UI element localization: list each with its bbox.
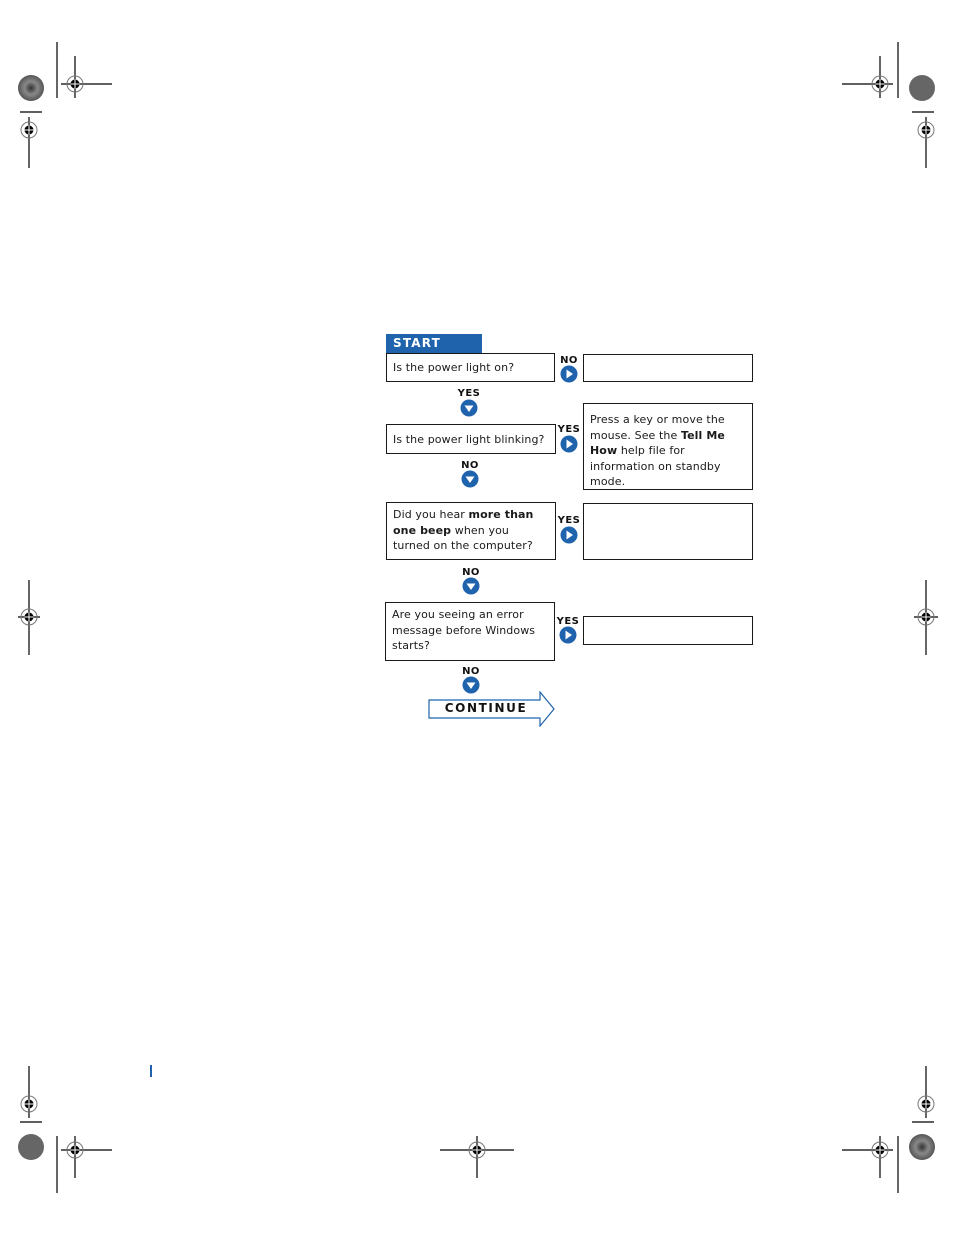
question-more-than-one-beep: Did you hear more than one beep when you… (386, 502, 556, 560)
answer-box-3 (583, 503, 753, 560)
answer-box-standby: Press a key or move the mouse. See the T… (583, 403, 753, 490)
arrow-down-icon (461, 470, 479, 488)
continue-label[interactable]: CONTINUE (430, 701, 542, 715)
arrow-right-icon (560, 365, 578, 383)
page-margin-bar (150, 1065, 152, 1077)
arrow-down-icon (460, 399, 478, 417)
arrow-right-icon (559, 626, 577, 644)
answer-box-4 (583, 616, 753, 645)
answer-box-1 (583, 354, 753, 382)
label-yes: YES (557, 515, 581, 526)
question-power-light-on: Is the power light on? (386, 353, 555, 382)
question-text: Are you seeing an error message before W… (392, 608, 536, 652)
question-error-message: Are you seeing an error message before W… (385, 602, 555, 661)
label-yes: YES (457, 388, 481, 399)
arrow-right-icon (560, 526, 578, 544)
question-power-light-blinking: Is the power light blinking? (386, 424, 556, 454)
start-here-banner: START HERE (386, 334, 482, 369)
question-text: Is the power light on? (393, 361, 515, 374)
arrow-right-icon (560, 435, 578, 453)
question-text: Is the power light blinking? (393, 433, 545, 446)
label-yes: YES (557, 424, 581, 435)
arrow-down-icon (462, 577, 480, 595)
